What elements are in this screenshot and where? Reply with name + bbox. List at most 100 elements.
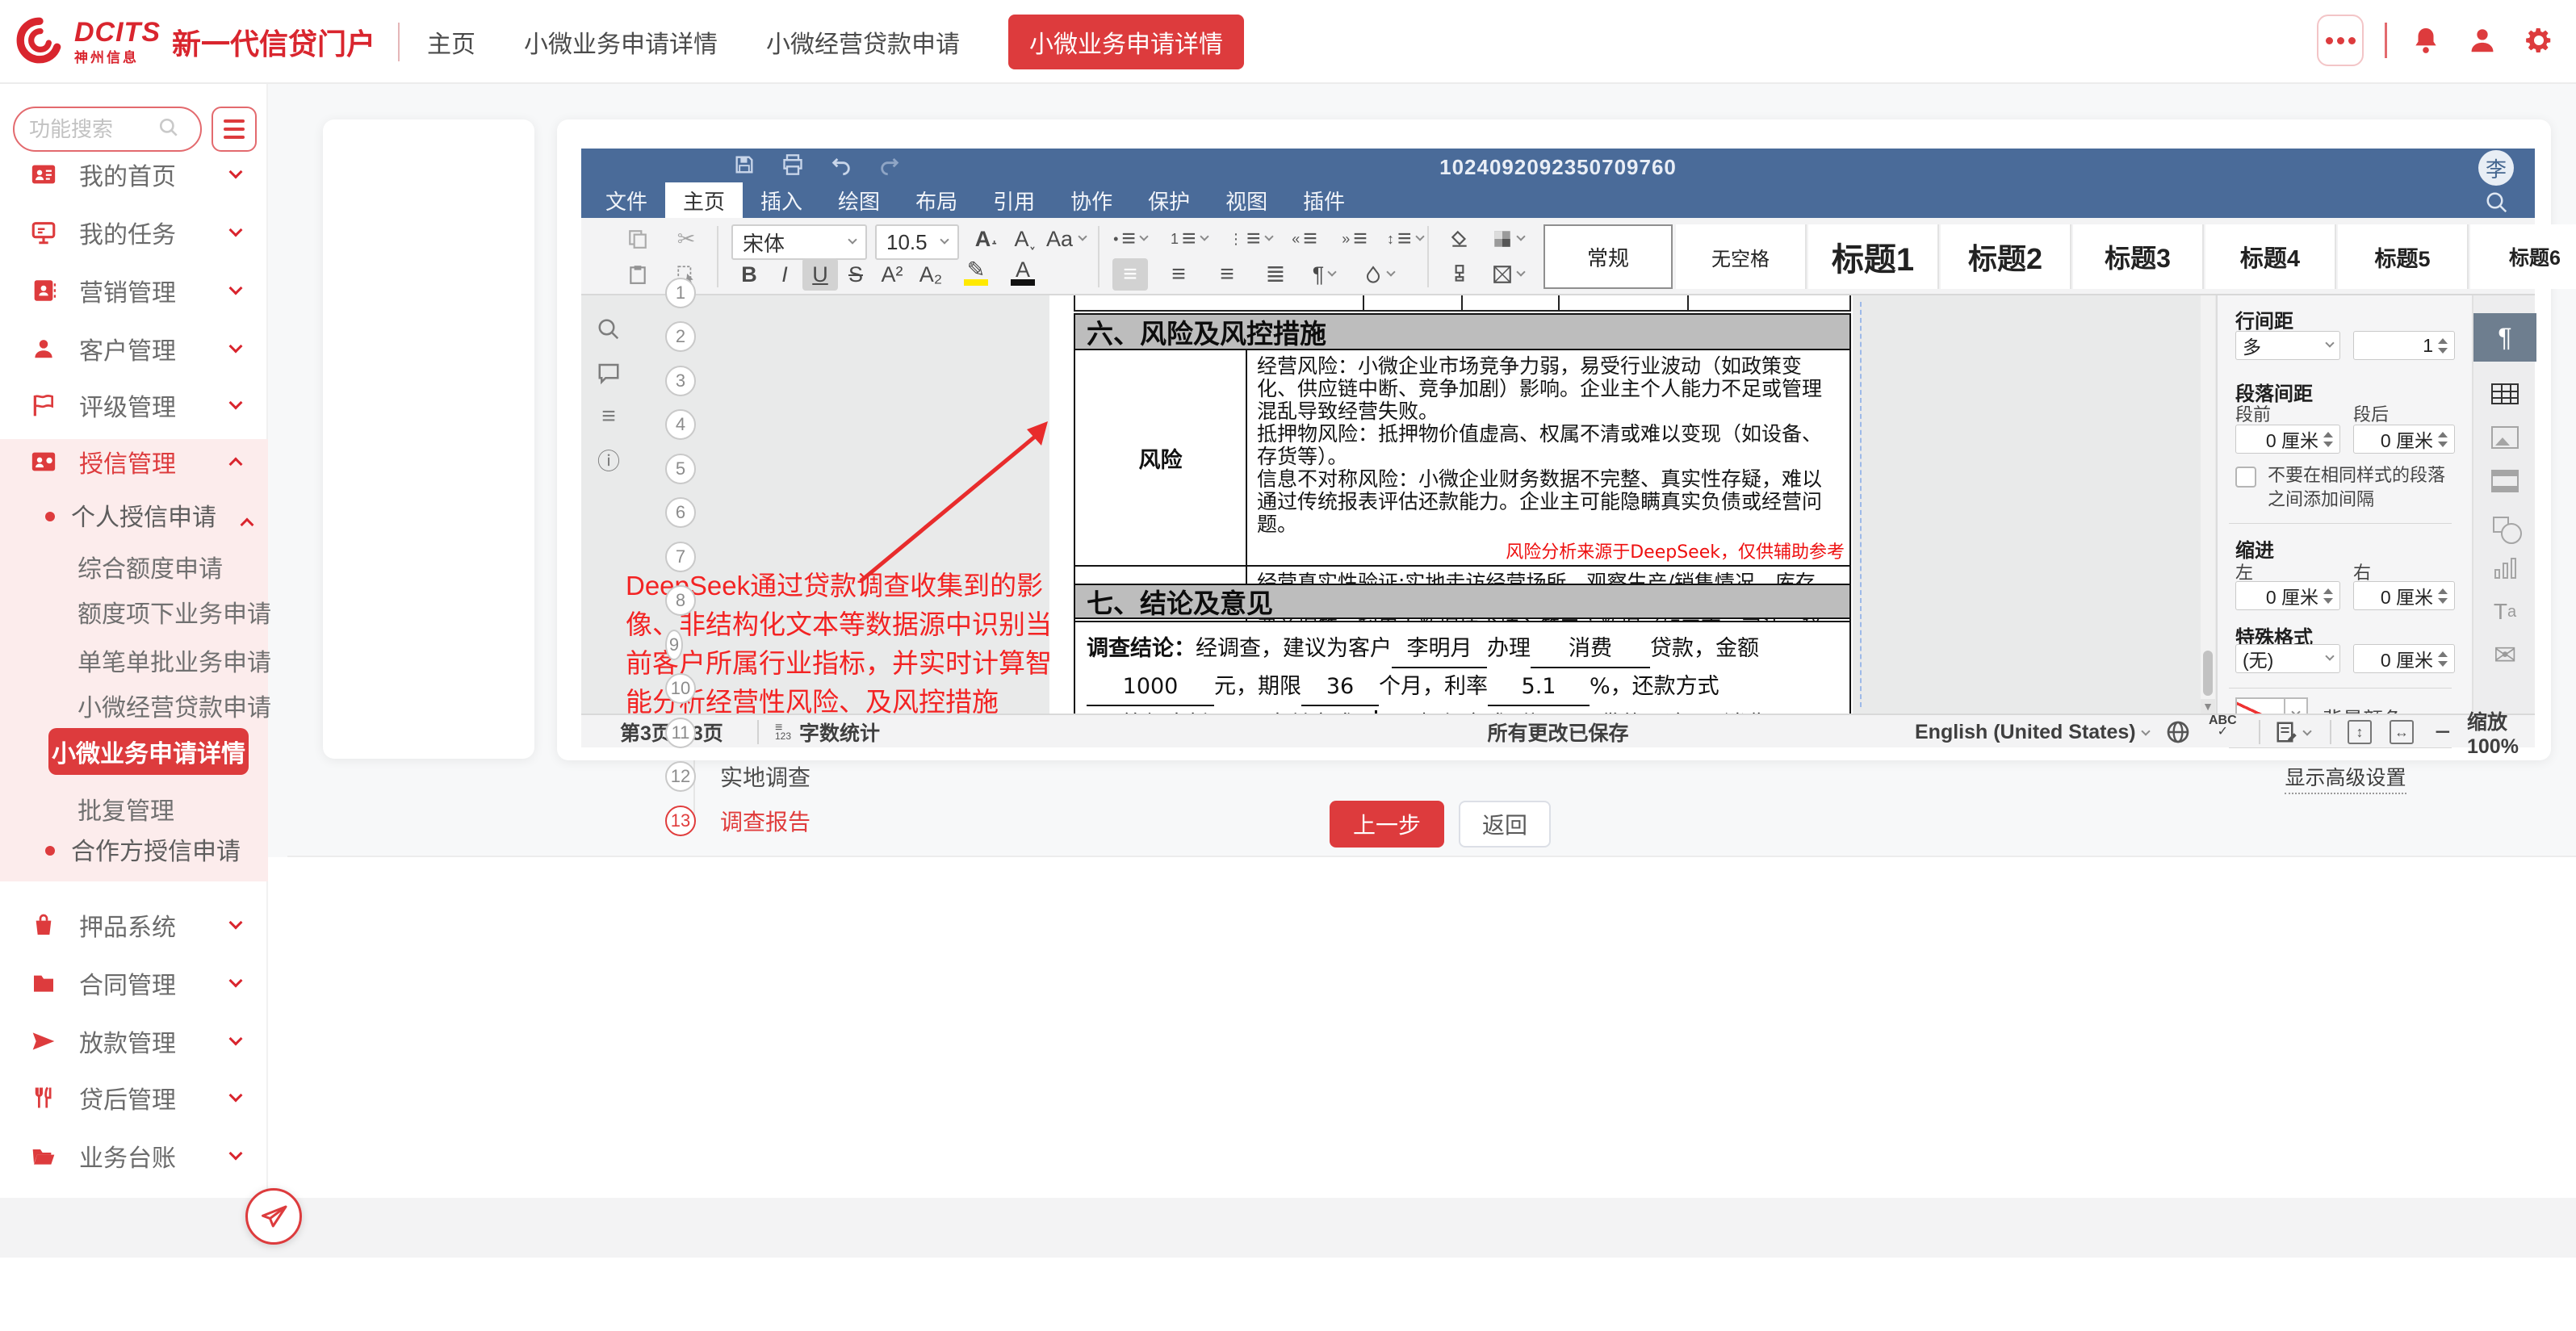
feedback-send-button[interactable] (245, 1188, 302, 1245)
more-ellipsis-badge[interactable] (2317, 15, 2364, 66)
sidebar-item-approval-management[interactable]: 批复管理 (77, 791, 174, 827)
track-changes-icon[interactable] (2275, 715, 2310, 749)
fill-loan-type[interactable]: 消费 (1531, 630, 1650, 668)
font-size-select[interactable]: 10.5 (875, 224, 959, 260)
paragraph-marks-icon[interactable]: ¶ (1306, 258, 1342, 291)
sidebar-item-personal-credit-apply[interactable]: 个人授信申请 (71, 497, 257, 533)
paragraph-panel-icon[interactable]: ¶ (2473, 313, 2536, 362)
headings-nav-icon[interactable]: ≡ (594, 402, 623, 431)
fit-page-icon[interactable]: ↕ (2348, 715, 2372, 749)
fit-width-icon[interactable]: ↔ (2390, 715, 2414, 749)
bullet-list-icon[interactable]: •≡ (1112, 223, 1148, 255)
fill-amount[interactable]: 1000 (1087, 668, 1214, 706)
line-spacing-icon[interactable]: ↕≡ (1387, 223, 1423, 255)
style-heading1[interactable]: 标题1 (1808, 224, 1939, 289)
sidebar-item-micro-loan-apply[interactable]: 小微经营贷款申请 (77, 688, 271, 723)
chart-panel-icon[interactable] (2473, 547, 2536, 589)
sidebar-item-collateral[interactable]: 押品系统 (0, 899, 268, 951)
spacing-before-stepper[interactable]: 0 厘米 (2235, 425, 2340, 454)
fill-rate[interactable]: 5.1 (1488, 668, 1590, 706)
editor-tab-plugins[interactable]: 插件 (1285, 182, 1363, 218)
fill-term[interactable]: 36 (1301, 668, 1379, 706)
image-panel-icon[interactable] (2473, 416, 2536, 458)
editor-tab-protection[interactable]: 保护 (1130, 182, 1208, 218)
editor-tab-view[interactable]: 视图 (1208, 182, 1285, 218)
editor-tab-file[interactable]: 文件 (588, 182, 665, 218)
clear-format-icon[interactable] (1442, 223, 1477, 255)
superscript-icon[interactable]: A² (873, 258, 911, 291)
top-tab-micro-loan-apply[interactable]: 小微经营贷款申请 (766, 24, 960, 60)
sidebar-item-comprehensive-quota[interactable]: 综合额度申请 (77, 549, 223, 584)
sidebar-item-under-quota-business[interactable]: 额度项下业务申请 (77, 594, 271, 630)
font-name-select[interactable]: 宋体 (731, 224, 867, 260)
step-field-survey[interactable]: 12实地调查 (665, 759, 843, 794)
print-icon[interactable] (781, 153, 809, 178)
editor-tab-collaboration[interactable]: 协作 (1053, 182, 1130, 218)
italic-icon[interactable]: I (767, 258, 802, 291)
sidebar-item-disbursement[interactable]: 放款管理 (0, 1015, 268, 1067)
mail-merge-panel-icon[interactable]: ✉ (2473, 634, 2536, 676)
bold-icon[interactable]: B (731, 258, 767, 291)
step-survey-report[interactable]: 13调查报告 (665, 803, 843, 839)
fill-purpose[interactable]: 消费 (1686, 706, 1804, 714)
editor-search-icon[interactable] (2485, 190, 2509, 219)
editor-tab-layout[interactable]: 布局 (898, 182, 975, 218)
strikethrough-icon[interactable]: S (838, 258, 873, 291)
indent-right-stepper[interactable]: 0 厘米 (2353, 581, 2455, 610)
top-tab-micro-detail-1[interactable]: 小微业务申请详情 (524, 24, 718, 60)
fill-payment[interactable] (1354, 706, 1397, 714)
fill-color-icon[interactable] (1490, 223, 1526, 255)
style-normal[interactable]: 常规 (1544, 224, 1673, 289)
editor-tab-draw[interactable]: 绘图 (820, 182, 898, 218)
zoom-level[interactable]: 缩放100% (2467, 715, 2535, 749)
language-selector[interactable]: English (United States) (1915, 715, 2149, 749)
decrease-indent-icon[interactable]: «≡ (1287, 223, 1322, 255)
info-icon[interactable]: ⓘ (594, 446, 623, 475)
sidebar-item-single-batch[interactable]: 单笔单批业务申请 (77, 642, 271, 678)
undo-icon[interactable] (830, 153, 857, 178)
sidebar-item-my-home[interactable]: 我的首页 (0, 149, 268, 200)
sidebar-item-rating[interactable]: 评级管理 (0, 379, 268, 431)
editor-tab-insert[interactable]: 插入 (743, 182, 820, 218)
gear-icon[interactable] (2521, 23, 2557, 58)
copy-icon[interactable] (620, 223, 656, 255)
numbered-list-icon[interactable]: 1≡ (1171, 223, 1208, 255)
editor-tab-home[interactable]: 主页 (665, 182, 743, 218)
fill-guarantee[interactable]: 信用 (1506, 706, 1577, 714)
highlight-color-icon[interactable]: ✎ (954, 255, 998, 287)
subscript-icon[interactable]: A₂ (912, 258, 949, 291)
increase-indent-icon[interactable]: »≡ (1337, 223, 1372, 255)
fill-repayment[interactable]: 等额本析 (1087, 706, 1245, 714)
comments-icon[interactable] (594, 358, 623, 387)
shading-icon[interactable] (1361, 258, 1397, 291)
shrink-font-icon[interactable]: A˯ (1007, 223, 1043, 255)
bell-icon[interactable] (2408, 23, 2444, 58)
paste-icon[interactable] (620, 258, 656, 291)
spacing-after-stepper[interactable]: 0 厘米 (2353, 425, 2455, 454)
style-heading2[interactable]: 标题2 (1941, 224, 2071, 289)
header-footer-panel-icon[interactable] (2473, 460, 2536, 502)
fill-customer[interactable]: 李明月 (1392, 630, 1487, 668)
style-heading5[interactable]: 标题5 (2338, 224, 2469, 289)
text-art-panel-icon[interactable]: Ta (2473, 591, 2536, 633)
top-tab-home[interactable]: 主页 (427, 24, 475, 60)
sidebar-item-micro-detail-active[interactable]: 小微业务申请详情 (48, 728, 249, 775)
advanced-settings-link[interactable]: 显示高级设置 (2218, 762, 2473, 791)
change-case-icon[interactable]: Aa (1046, 223, 1086, 255)
table-panel-icon[interactable] (2473, 373, 2536, 415)
sidebar-item-credit-management[interactable]: 授信管理 (0, 436, 268, 488)
multilevel-list-icon[interactable]: ⋮≡ (1229, 223, 1272, 255)
document-page[interactable]: 六、风险及风控措施 风险 经营风险：小微企业市场竞争力弱，易受行业波动（如政策变… (1049, 295, 1853, 714)
line-spacing-select[interactable]: 多 (2235, 331, 2340, 360)
font-color-icon[interactable]: A (1001, 255, 1045, 287)
sidebar-item-marketing[interactable]: 营销管理 (0, 265, 268, 316)
style-heading6[interactable]: 标题6 (2470, 224, 2576, 289)
redo-icon[interactable] (878, 153, 906, 178)
back-button[interactable]: 返回 (1459, 801, 1551, 848)
indent-left-stepper[interactable]: 0 厘米 (2235, 581, 2340, 610)
format-painter-icon[interactable] (1442, 258, 1477, 291)
scroll-down-icon[interactable]: ▼ (2201, 699, 2215, 714)
no-gap-checkbox[interactable] (2235, 467, 2256, 488)
align-left-icon[interactable]: ≡ (1112, 258, 1148, 291)
style-heading4[interactable]: 标题4 (2205, 224, 2336, 289)
